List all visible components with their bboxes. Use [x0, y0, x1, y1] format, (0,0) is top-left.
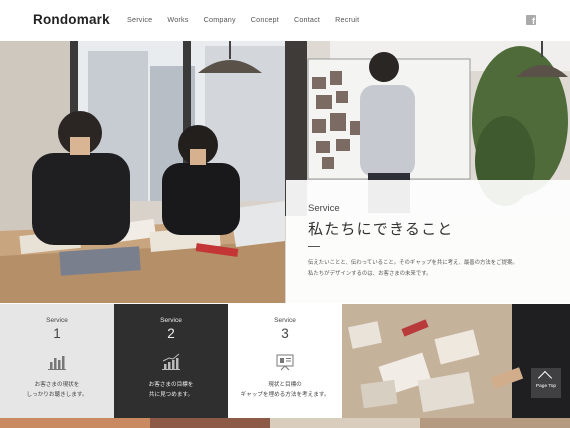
service-card-text: お客さまの現状を しっかりお聴きします。: [0, 380, 114, 400]
service-card-label: Service: [160, 317, 182, 324]
service-card-label: Service: [274, 317, 296, 324]
service-card-number: 2: [167, 326, 175, 341]
service-card-3[interactable]: Service 3 現状と目標の ギャップを埋める方法を考えます。: [228, 304, 342, 418]
bottom-image-strip: [0, 418, 570, 428]
service-description: 伝えたいことと、伝わっていること。そのギャップを共に考え、最善の方法をご提案。 …: [308, 258, 566, 279]
presentation-board-icon: [276, 354, 294, 371]
page-top-button[interactable]: Page Top: [531, 368, 561, 398]
nav-recruit[interactable]: Recruit: [335, 15, 359, 24]
service-card-text-line-1: お客さまの目標を: [148, 382, 194, 388]
service-description-line-2: 私たちがデザインするのは、お客さまの未来です。: [308, 270, 432, 277]
nav-concept[interactable]: Concept: [251, 15, 279, 24]
service-card-text-line-2: ギャップを埋める方法を考えます。: [240, 392, 330, 398]
nav-works[interactable]: Works: [167, 15, 188, 24]
service-card-text-line-1: 現状と目標の: [268, 382, 302, 388]
works-photo: [342, 304, 570, 418]
service-card-text-line-2: 共に見つめます。: [148, 392, 194, 398]
service-description-line-1: 伝えたいことと、伝わっていること。そのギャップを共に考え、最善の方法をご提案。: [308, 260, 518, 266]
service-card-2[interactable]: Service 2 お客さまの目標を 共に見つめます。: [114, 304, 228, 418]
growth-chart-icon: [162, 353, 180, 370]
site-logo[interactable]: Rondomark: [33, 12, 110, 27]
service-card-label: Service: [46, 317, 68, 324]
bar-chart-icon: [48, 356, 66, 370]
title-divider: [308, 246, 320, 247]
nav-contact[interactable]: Contact: [294, 15, 320, 24]
service-card-text: お客さまの目標を 共に見つめます。: [114, 380, 228, 400]
service-card-text-line-1: お客さまの現状を: [34, 382, 80, 388]
nav-company[interactable]: Company: [204, 15, 236, 24]
site-header: Rondomark Service Works Company Concept …: [0, 0, 570, 41]
chevron-up-icon: [537, 370, 553, 386]
service-section-label: Service: [308, 203, 340, 214]
service-card-text: 現状と目標の ギャップを埋める方法を考えます。: [228, 380, 342, 400]
service-card-1[interactable]: Service 1 お客さまの現状を しっかりお聴きします。: [0, 304, 114, 418]
works-photo-illustration: [342, 304, 570, 418]
facebook-glyph: f: [532, 16, 535, 26]
service-intro-panel: Service 私たちにできること 伝えたいことと、伝わっていること。そのギャッ…: [286, 180, 570, 304]
service-card-number: 1: [53, 326, 61, 341]
service-card-number: 3: [281, 326, 289, 341]
main-nav: Service Works Company Concept Contact Re…: [127, 15, 374, 24]
page-top-label: Page Top: [535, 384, 557, 389]
service-card-text-line-2: しっかりお聴きします。: [26, 392, 88, 398]
service-section-title: 私たちにできること: [308, 220, 454, 238]
facebook-icon[interactable]: f: [526, 15, 536, 26]
nav-service[interactable]: Service: [127, 15, 152, 24]
